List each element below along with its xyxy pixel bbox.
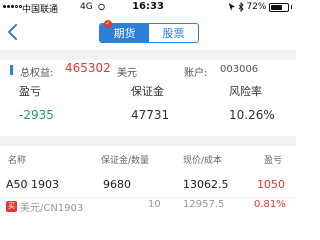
tab-stocks[interactable]: 股票: [149, 24, 198, 42]
market-segmented-control: 期货 股票: [99, 23, 199, 43]
section-divider: [0, 136, 296, 146]
position-pnl: 1050: [257, 178, 285, 191]
pnl-value: -2935: [19, 108, 54, 122]
risk-label: 风险率: [229, 85, 262, 98]
bluetooth-icon: [239, 2, 245, 12]
position-cost: 12957.5: [183, 199, 225, 210]
account-row: 总权益: 465302 美元 账户: 003006: [0, 60, 296, 80]
col-name: 名称: [8, 156, 27, 166]
account-number: 003006: [220, 64, 259, 75]
risk-summary: 风险率 10.26%: [229, 84, 275, 122]
position-quantity: 10: [148, 199, 161, 210]
position-row-detail: 买 美元/CN1903 10 12957.5 0.81%: [0, 199, 296, 217]
status-bar: 中国联通 4G 16:33 72%: [0, 0, 296, 16]
account-label: 账户:: [184, 68, 208, 79]
notification-badge: ✓: [104, 20, 112, 28]
col-pnl: 盈亏: [264, 156, 283, 166]
col-price-cost: 现价/成本: [183, 156, 223, 166]
section-divider: [0, 50, 296, 60]
battery-percent: 72%: [246, 2, 267, 12]
margin-summary: 保证金 47731: [131, 84, 169, 122]
current-price: 13062.5: [183, 178, 229, 191]
pnl-label: 盈亏: [19, 85, 41, 98]
location-icon: [229, 3, 236, 11]
battery-icon: [268, 2, 289, 12]
margin-label: 保证金: [131, 85, 164, 98]
contract-sub-name: 美元/CN1903: [20, 203, 84, 214]
total-equity-unit: 美元: [117, 68, 137, 79]
pnl-summary: 盈亏 -2935: [19, 84, 54, 122]
position-pnl-percent: 0.81%: [254, 199, 286, 210]
position-row[interactable]: A50 1903 9680 13062.5 1050: [0, 178, 296, 196]
contract-name: A50 1903: [6, 178, 60, 191]
positions-table-header: 名称 保证金/数量 现价/成本 盈亏: [0, 146, 296, 170]
risk-value: 10.26%: [229, 108, 275, 122]
row-divider: [0, 197, 296, 198]
account-summary: 盈亏 -2935 保证金 47731 风险率 10.26%: [0, 84, 296, 130]
status-right: 72%: [228, 2, 292, 12]
section-marker: [10, 65, 13, 75]
margin-value: 47731: [131, 108, 170, 122]
nav-header: 期货 股票 ✓: [0, 17, 296, 47]
back-arrow-icon[interactable]: [6, 23, 18, 41]
col-margin-qty: 保证金/数量: [101, 156, 150, 166]
total-equity-value: 465302: [65, 61, 111, 75]
position-margin: 9680: [103, 178, 131, 191]
total-equity-label: 总权益:: [20, 68, 54, 79]
buy-tag: 买: [6, 201, 17, 212]
